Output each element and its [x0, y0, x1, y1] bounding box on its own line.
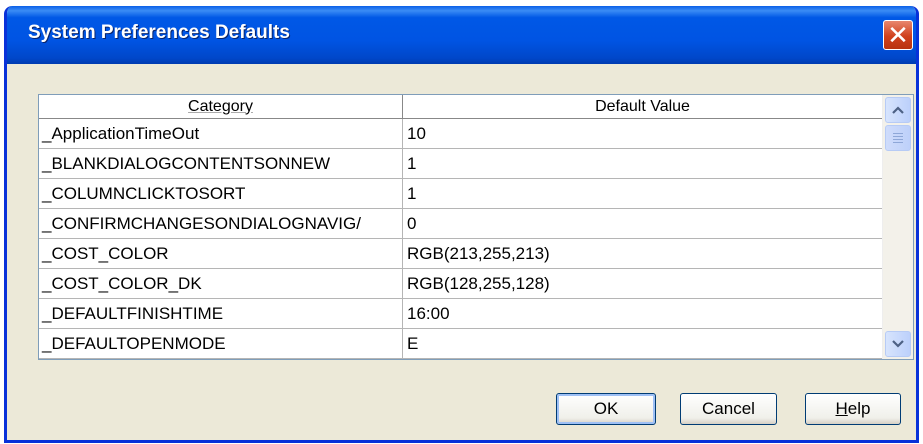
ok-button[interactable]: OK	[556, 393, 656, 425]
chevron-down-icon	[892, 340, 904, 348]
value-cell[interactable]: 1	[403, 179, 883, 209]
help-button[interactable]: Help	[805, 393, 901, 425]
grid-header: Category Default Value	[39, 95, 883, 119]
title-bar[interactable]: System Preferences Defaults ✕	[7, 6, 916, 64]
dialog-title: System Preferences Defaults	[28, 22, 290, 43]
table-row[interactable]: _DEFAULTOPENMODE E	[39, 329, 883, 359]
table-row[interactable]: _COLUMNCLICKTOSORT 1	[39, 179, 883, 209]
help-label: elp	[847, 399, 871, 418]
table-row[interactable]: _COST_COLOR_DK RGB(128,255,128)	[39, 269, 883, 299]
category-cell[interactable]: _COST_COLOR_DK	[39, 269, 403, 299]
value-cell[interactable]: RGB(128,255,128)	[403, 269, 883, 299]
table-row[interactable]: _ApplicationTimeOut 10	[39, 119, 883, 149]
grid-rows: _ApplicationTimeOut 10 _BLANKDIALOGCONTE…	[39, 119, 883, 359]
value-cell[interactable]: 10	[403, 119, 883, 149]
dialog-window: System Preferences Defaults ✕ Category D…	[4, 6, 919, 443]
category-cell[interactable]: _DEFAULTFINISHTIME	[39, 299, 403, 329]
close-icon: ✕	[887, 20, 909, 50]
preferences-grid[interactable]: Category Default Value _ApplicationTimeO…	[38, 94, 914, 360]
table-row[interactable]: _DEFAULTFINISHTIME 16:00	[39, 299, 883, 329]
column-header-category[interactable]: Category	[39, 95, 403, 119]
cancel-label: Cancel	[702, 399, 755, 418]
close-button[interactable]: ✕	[883, 20, 913, 50]
value-cell[interactable]: 0	[403, 209, 883, 239]
category-cell[interactable]: _COLUMNCLICKTOSORT	[39, 179, 403, 209]
value-cell[interactable]: E	[403, 329, 883, 359]
category-cell[interactable]: _DEFAULTOPENMODE	[39, 329, 403, 359]
cancel-button[interactable]: Cancel	[680, 393, 777, 425]
column-header-default-value[interactable]: Default Value	[403, 95, 883, 119]
category-cell[interactable]: _BLANKDIALOGCONTENTSONNEW	[39, 149, 403, 179]
table-row[interactable]: _BLANKDIALOGCONTENTSONNEW 1	[39, 149, 883, 179]
chevron-up-icon	[892, 106, 904, 114]
help-mnemonic: H	[835, 399, 848, 418]
table-row[interactable]: _COST_COLOR RGB(213,255,213)	[39, 239, 883, 269]
category-cell[interactable]: _COST_COLOR	[39, 239, 403, 269]
table-row[interactable]: _CONFIRMCHANGESONDIALOGNAVIG/ 0	[39, 209, 883, 239]
dialog-body: Category Default Value _ApplicationTimeO…	[7, 64, 916, 440]
scroll-down-button[interactable]	[885, 331, 911, 357]
value-cell[interactable]: 1	[403, 149, 883, 179]
value-cell[interactable]: RGB(213,255,213)	[403, 239, 883, 269]
vertical-scrollbar[interactable]	[882, 95, 913, 359]
ok-label: OK	[593, 399, 619, 418]
category-cell[interactable]: _ApplicationTimeOut	[39, 119, 403, 149]
scroll-thumb[interactable]	[885, 125, 911, 151]
scroll-up-button[interactable]	[885, 97, 911, 123]
category-cell[interactable]: _CONFIRMCHANGESONDIALOGNAVIG/	[39, 209, 403, 239]
value-cell[interactable]: 16:00	[403, 299, 883, 329]
